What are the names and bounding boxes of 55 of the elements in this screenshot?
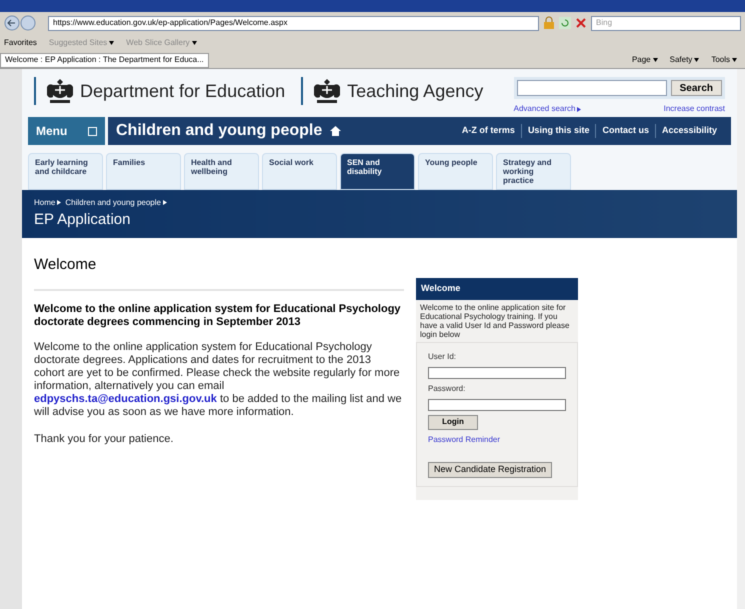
browser-tab[interactable]: Welcome : EP Application : The Department for Educa... [0, 52, 209, 68]
nav-link[interactable]: Using this site [520, 124, 596, 138]
address-bar[interactable]: https://www.education.gov.uk/ep-application/Pages/Welcome.aspx [48, 16, 539, 30]
user-id-field[interactable] [428, 366, 566, 378]
panel-title: Welcome [416, 278, 578, 300]
thanks-text: Thank you for your patience. [34, 432, 174, 446]
category-tab[interactable]: Families [106, 153, 181, 190]
command-menu[interactable]: Safety [670, 54, 692, 66]
section-title: Children and young people [116, 121, 322, 141]
caret-icon [652, 58, 658, 62]
caret-icon [694, 58, 700, 62]
registration-button[interactable]: New Candidate Registration [428, 462, 552, 478]
lock-icon [543, 16, 555, 30]
panel-text: Welcome to the online application site for Educational Psychology training. If you have a valid User Id and Password please login below [419, 302, 570, 341]
refresh-icon[interactable] [559, 17, 571, 29]
field-label: Password: [428, 382, 466, 394]
welcome-heading: Welcome [34, 254, 404, 290]
caret-icon [109, 41, 114, 45]
nav-link[interactable]: A-Z of terms [456, 124, 521, 138]
page-title: EP Application [34, 210, 132, 230]
body-paragraph: Welcome to the online application system for Educational Psychology doctorate degrees. Applications and dates for recruitment to the 2013 cohort are yet to be confirmed. Please check the website regularly for more information, alternatively you can email edpyschs.ta@education.gsi.gov.uk to be added to the mailing list and we will advise you as soon as we have more information. [34, 340, 403, 418]
advanced-search-link[interactable]: Advanced search [514, 103, 576, 115]
close-icon[interactable] [575, 17, 587, 29]
login-button[interactable]: Login [428, 414, 478, 430]
nav-link[interactable]: Contact us [595, 124, 655, 138]
menu-button[interactable]: Menu [28, 117, 105, 145]
category-tab[interactable]: Strategy and working practice [496, 153, 571, 190]
increase-contrast-link[interactable]: Increase contrast [664, 103, 725, 115]
command-menu[interactable]: Tools [711, 54, 730, 66]
organisation-name: Department for Education [80, 80, 286, 103]
command-menu[interactable]: Page [632, 54, 651, 66]
arrow-icon [162, 200, 167, 206]
organisation-name: Teaching Agency [347, 80, 484, 103]
site-search-field[interactable] [516, 80, 667, 96]
crest-icon [44, 77, 76, 105]
caret-icon [192, 41, 197, 45]
intro-heading: Welcome to the online application system for Educational Psychology doctorate degrees commencing in September 2013 [34, 302, 402, 328]
category-tab[interactable]: Social work [262, 153, 337, 190]
category-tab[interactable]: Health and wellbeing [184, 153, 259, 190]
arrow-icon [57, 200, 62, 206]
caret-icon [732, 58, 737, 62]
breadcrumb-link[interactable]: Home [34, 196, 56, 209]
password-reminder-link[interactable]: Password Reminder [428, 434, 566, 446]
category-tab[interactable]: SEN and disability [340, 153, 415, 190]
email-link[interactable]: edpyschs.ta@education.gsi.gov.uk [34, 392, 217, 404]
category-tab[interactable]: Young people [418, 153, 493, 190]
favorites-item[interactable]: Favorites [4, 37, 37, 49]
field-label: User Id: [428, 350, 458, 362]
category-tab[interactable]: Early learning and childcare [28, 153, 103, 190]
arrow-icon [577, 106, 582, 112]
password-field[interactable] [428, 398, 566, 410]
search-button[interactable]: Search [670, 80, 722, 96]
breadcrumb-link[interactable]: Children and young people [65, 196, 161, 209]
nav-link[interactable]: Accessibility [654, 124, 723, 138]
home-icon[interactable] [330, 126, 342, 136]
